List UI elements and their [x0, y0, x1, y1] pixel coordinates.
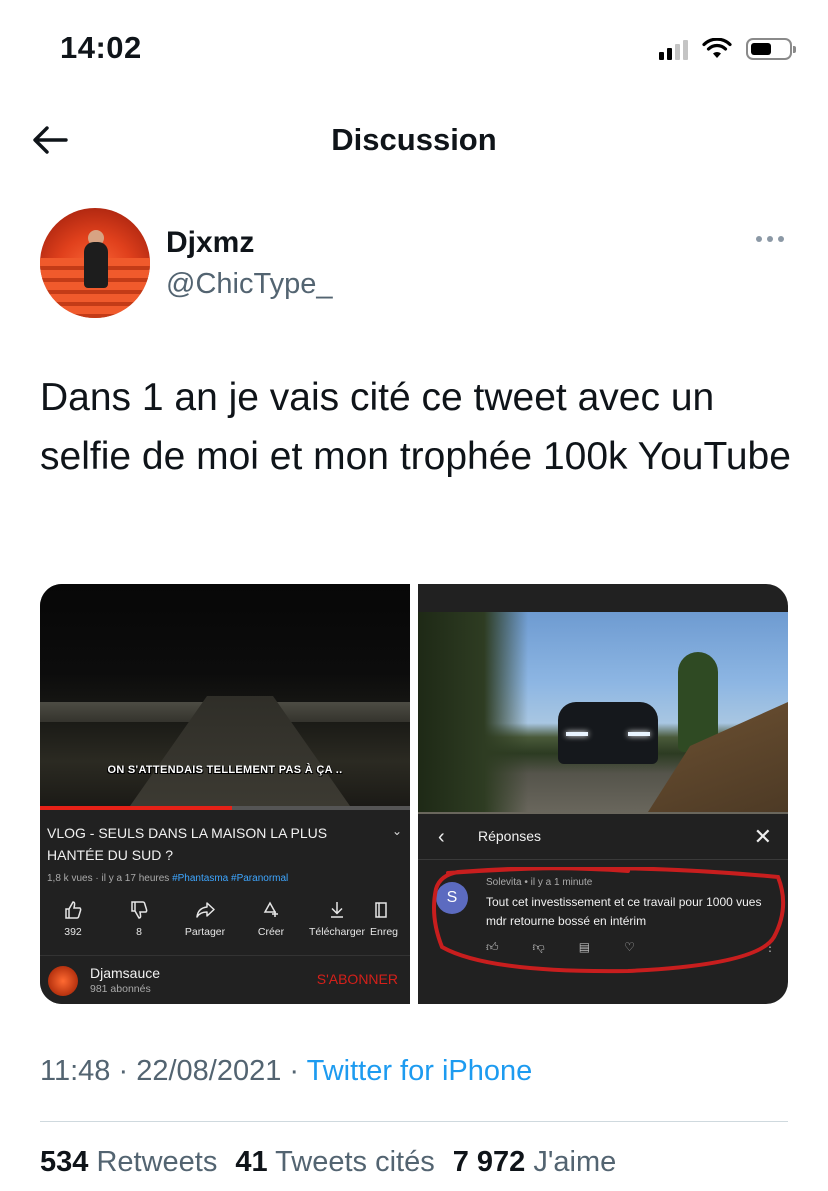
channel-subscribers: 981 abonnés — [90, 983, 151, 995]
page-title: Discussion — [331, 122, 497, 157]
car-video-frame — [418, 612, 788, 814]
likes-stat[interactable]: 7 972 J'aime — [453, 1146, 617, 1179]
chevron-left-icon: ‹ — [438, 826, 445, 848]
car-image — [558, 702, 658, 764]
save-icon — [375, 902, 387, 918]
replies-header: ‹ Réponses ✕ — [418, 814, 788, 860]
download-button: Télécharger — [304, 900, 370, 938]
replies-title: Réponses — [478, 828, 542, 844]
battery-icon — [746, 38, 796, 60]
tweet-media[interactable]: ON S'ATTENDAIS TELLEMENT PAS À ÇA .. VLO… — [40, 584, 788, 1004]
close-icon: ✕ — [753, 824, 772, 849]
video-info-panel: VLOG - SEULS DANS LA MAISON LA PLUS HANT… — [40, 810, 410, 1004]
cellular-signal-icon — [659, 38, 688, 60]
retweets-stat[interactable]: 534 Retweets — [40, 1146, 217, 1179]
divider — [40, 1121, 788, 1122]
download-icon — [331, 902, 343, 918]
share-button: Partager — [172, 900, 238, 938]
tweet-timestamp: 11:48 · 22/08/2021 · Twitter for iPhone — [40, 1055, 533, 1087]
author-display-name[interactable]: Djxmz — [166, 226, 254, 260]
media-image-right[interactable]: ‹ Réponses ✕ S Solevita • il y a 1 minut… — [418, 584, 788, 1004]
hashtag: #Paranormal — [231, 873, 289, 884]
tweet-text: Dans 1 an je vais cité ce tweet avec un … — [40, 376, 791, 478]
tweet-source-link[interactable]: Twitter for iPhone — [307, 1055, 533, 1087]
share-icon — [196, 902, 215, 918]
dislike-button: 8 — [106, 900, 172, 938]
create-button: Créer — [238, 900, 304, 938]
video-caption-overlay: ON S'ATTENDAIS TELLEMENT PAS À ÇA .. — [107, 764, 343, 776]
video-meta: 1,8 k vues · il y a 17 heures #Phantasma… — [47, 873, 289, 884]
channel-avatar — [48, 966, 78, 996]
red-circle-annotation — [432, 867, 786, 974]
video-actions: 392 8 Partager Créer Télécharger Enreg — [40, 900, 410, 938]
engagement-stats: 534 Retweets 41 Tweets cités 7 972 J'aim… — [40, 1146, 616, 1179]
save-button: Enreg — [370, 900, 410, 938]
quote-tweets-stat[interactable]: 41 Tweets cités — [235, 1146, 434, 1179]
media-image-left[interactable]: ON S'ATTENDAIS TELLEMENT PAS À ÇA .. VLO… — [40, 584, 410, 1004]
status-icons — [659, 38, 796, 60]
thumbs-up-icon — [65, 901, 82, 919]
channel-row: Djamsauce 981 abonnés S'ABONNER — [40, 955, 410, 1004]
more-options-icon[interactable] — [756, 236, 784, 242]
subscribe-button: S'ABONNER — [316, 971, 398, 987]
author-handle[interactable]: @ChicType_ — [166, 268, 332, 301]
video-thumbnail: ON S'ATTENDAIS TELLEMENT PAS À ÇA .. — [40, 584, 410, 806]
thumbs-down-icon — [131, 901, 148, 919]
wifi-icon — [702, 38, 732, 58]
author-avatar[interactable] — [40, 208, 150, 318]
tweet-detail-screen: 14:02 Discussion Djxmz @ChicType_ Dans 1… — [0, 0, 828, 1191]
hashtag: #Phantasma — [172, 873, 229, 884]
chevron-down-icon: ⌄ — [391, 824, 402, 838]
status-time: 14:02 — [60, 30, 142, 65]
create-icon — [263, 901, 278, 917]
like-button: 392 — [40, 900, 106, 938]
channel-name: Djamsauce — [90, 965, 161, 981]
video-title: VLOG - SEULS DANS LA MAISON LA PLUS HANT… — [47, 825, 328, 863]
